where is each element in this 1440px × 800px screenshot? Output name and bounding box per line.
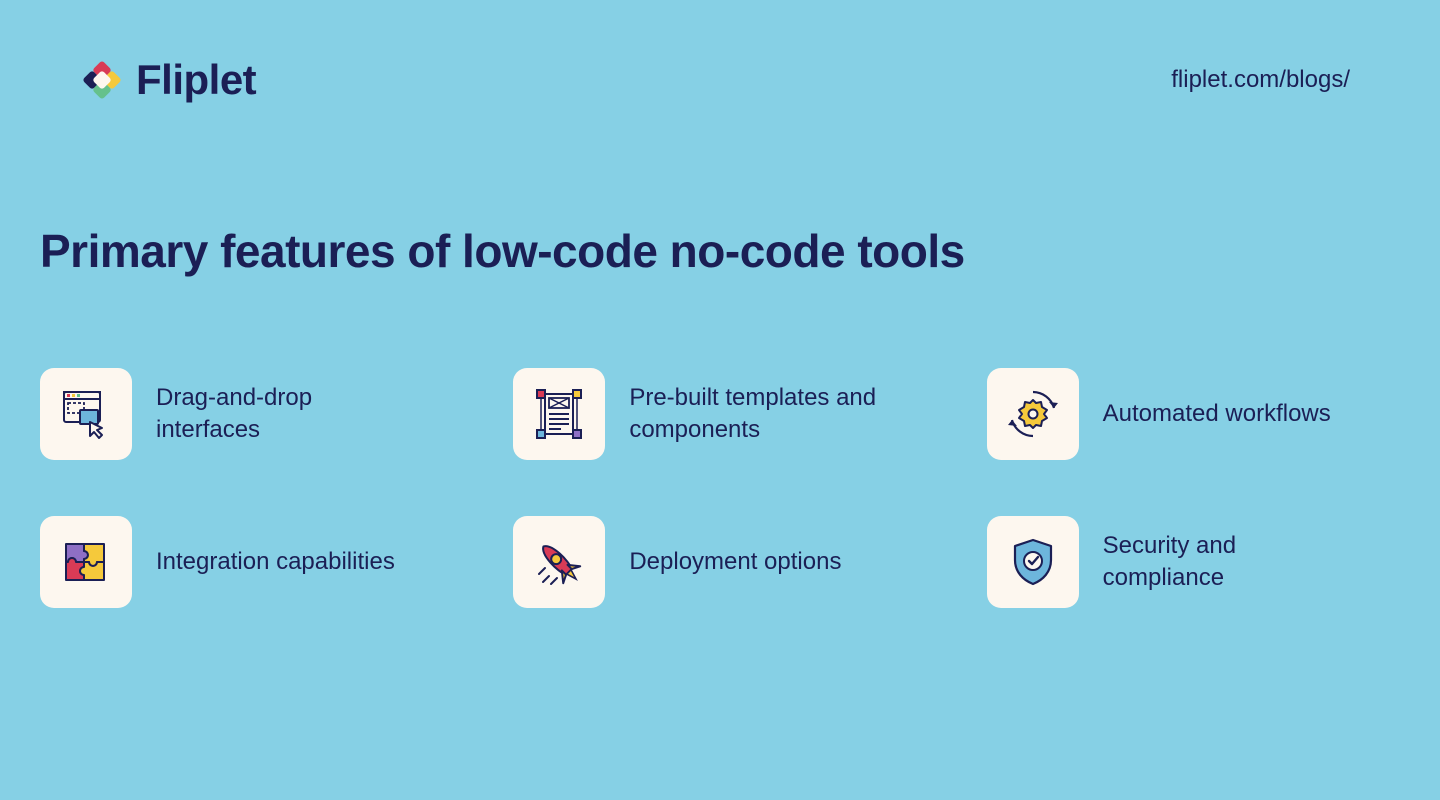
feature-label: Security and compliance (1103, 530, 1363, 595)
site-url: fliplet.com/blogs/ (1171, 66, 1350, 94)
drag-drop-icon (40, 368, 132, 460)
brand-logo: Fliplet (80, 56, 256, 104)
brand-name: Fliplet (136, 56, 256, 104)
feature-security: Security and compliance (987, 516, 1400, 608)
rocket-icon (513, 516, 605, 608)
feature-drag-drop: Drag-and-drop interfaces (40, 368, 453, 460)
feature-templates: Pre-built templates and components (513, 368, 926, 460)
feature-label: Automated workflows (1103, 398, 1331, 430)
shield-icon (987, 516, 1079, 608)
feature-deployment: Deployment options (513, 516, 926, 608)
header: Fliplet fliplet.com/blogs/ (0, 0, 1440, 104)
page-title: Primary features of low-code no-code too… (0, 104, 1440, 278)
feature-integration: Integration capabilities (40, 516, 453, 608)
logo-mark-icon (80, 58, 124, 102)
feature-grid: Drag-and-drop interfaces (0, 278, 1440, 608)
feature-label: Deployment options (629, 546, 841, 578)
workflow-icon (987, 368, 1079, 460)
template-icon (513, 368, 605, 460)
feature-label: Drag-and-drop interfaces (156, 382, 416, 447)
puzzle-icon (40, 516, 132, 608)
feature-label: Pre-built templates and components (629, 382, 889, 447)
feature-label: Integration capabilities (156, 546, 395, 578)
feature-workflows: Automated workflows (987, 368, 1400, 460)
